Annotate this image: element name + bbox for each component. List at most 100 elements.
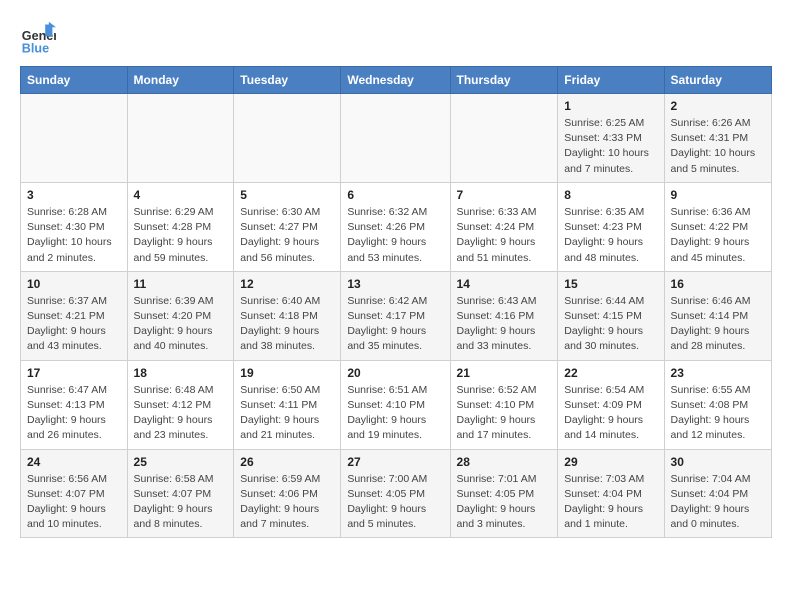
day-number: 13 [347, 277, 443, 291]
day-info: Sunrise: 6:32 AM Sunset: 4:26 PM Dayligh… [347, 205, 443, 266]
calendar-cell: 19 Sunrise: 6:50 AM Sunset: 4:11 PM Dayli… [234, 360, 341, 449]
day-number: 21 [457, 366, 552, 380]
day-info: Sunrise: 6:50 AM Sunset: 4:11 PM Dayligh… [240, 383, 334, 444]
calendar-cell: 26 Sunrise: 6:59 AM Sunset: 4:06 PM Dayli… [234, 449, 341, 538]
calendar-cell: 29Sunrise: 7:03 AM Sunset: 4:04 PM Dayli… [558, 449, 664, 538]
calendar-cell: 4Sunrise: 6:29 AM Sunset: 4:28 PM Daylig… [127, 182, 234, 271]
calendar-cell: 27 Sunrise: 7:00 AM Sunset: 4:05 PM Dayli… [341, 449, 450, 538]
day-info: Sunrise: 6:36 AM Sunset: 4:22 PM Dayligh… [671, 205, 765, 266]
calendar-cell: 5Sunrise: 6:30 AM Sunset: 4:27 PM Daylig… [234, 182, 341, 271]
day-info: Sunrise: 6:55 AM Sunset: 4:08 PM Dayligh… [671, 383, 765, 444]
calendar-cell: 10 Sunrise: 6:37 AM Sunset: 4:21 PM Dayli… [21, 271, 128, 360]
calendar-cell: 3 Sunrise: 6:28 AM Sunset: 4:30 PM Daylig… [21, 182, 128, 271]
day-number: 22 [564, 366, 657, 380]
calendar-cell: 23 Sunrise: 6:55 AM Sunset: 4:08 PM Dayli… [664, 360, 771, 449]
header-thursday: Thursday [450, 67, 558, 94]
calendar-cell [450, 94, 558, 183]
day-number: 2 [671, 99, 765, 113]
day-info: Sunrise: 6:58 AM Sunset: 4:07 PM Dayligh… [134, 472, 228, 533]
header-wednesday: Wednesday [341, 67, 450, 94]
day-number: 7 [457, 188, 552, 202]
calendar-cell: 20 Sunrise: 6:51 AM Sunset: 4:10 PM Dayli… [341, 360, 450, 449]
calendar-cell: 16 Sunrise: 6:46 AM Sunset: 4:14 PM Dayli… [664, 271, 771, 360]
day-number: 9 [671, 188, 765, 202]
calendar-cell: 14 Sunrise: 6:43 AM Sunset: 4:16 PM Dayli… [450, 271, 558, 360]
day-info: Sunrise: 6:43 AM Sunset: 4:16 PM Dayligh… [457, 294, 552, 355]
day-info: Sunrise: 6:37 AM Sunset: 4:21 PM Dayligh… [27, 294, 121, 355]
week-row-1: 1Sunrise: 6:25 AM Sunset: 4:33 PM Daylig… [21, 94, 772, 183]
calendar-cell: 12Sunrise: 6:40 AM Sunset: 4:18 PM Dayli… [234, 271, 341, 360]
day-info: Sunrise: 6:56 AM Sunset: 4:07 PM Dayligh… [27, 472, 121, 533]
calendar-table: SundayMondayTuesdayWednesdayThursdayFrid… [20, 66, 772, 538]
calendar-cell [127, 94, 234, 183]
week-row-2: 3 Sunrise: 6:28 AM Sunset: 4:30 PM Daylig… [21, 182, 772, 271]
day-number: 27 [347, 455, 443, 469]
week-row-3: 10 Sunrise: 6:37 AM Sunset: 4:21 PM Dayli… [21, 271, 772, 360]
day-number: 24 [27, 455, 121, 469]
calendar-body: 1Sunrise: 6:25 AM Sunset: 4:33 PM Daylig… [21, 94, 772, 538]
day-number: 14 [457, 277, 552, 291]
day-info: Sunrise: 6:44 AM Sunset: 4:15 PM Dayligh… [564, 294, 657, 355]
header-friday: Friday [558, 67, 664, 94]
calendar-cell [21, 94, 128, 183]
day-info: Sunrise: 7:04 AM Sunset: 4:04 PM Dayligh… [671, 472, 765, 533]
calendar-cell: 8 Sunrise: 6:35 AM Sunset: 4:23 PM Daylig… [558, 182, 664, 271]
day-number: 11 [134, 277, 228, 291]
day-info: Sunrise: 6:35 AM Sunset: 4:23 PM Dayligh… [564, 205, 657, 266]
day-info: Sunrise: 6:46 AM Sunset: 4:14 PM Dayligh… [671, 294, 765, 355]
svg-text:Blue: Blue [22, 41, 49, 55]
day-number: 25 [134, 455, 228, 469]
day-number: 1 [564, 99, 657, 113]
calendar-cell: 21Sunrise: 6:52 AM Sunset: 4:10 PM Dayli… [450, 360, 558, 449]
day-info: Sunrise: 6:39 AM Sunset: 4:20 PM Dayligh… [134, 294, 228, 355]
calendar-cell: 25 Sunrise: 6:58 AM Sunset: 4:07 PM Dayli… [127, 449, 234, 538]
day-number: 6 [347, 188, 443, 202]
calendar-cell: 1Sunrise: 6:25 AM Sunset: 4:33 PM Daylig… [558, 94, 664, 183]
day-number: 8 [564, 188, 657, 202]
day-number: 17 [27, 366, 121, 380]
day-number: 15 [564, 277, 657, 291]
calendar-header: SundayMondayTuesdayWednesdayThursdayFrid… [21, 67, 772, 94]
day-info: Sunrise: 6:28 AM Sunset: 4:30 PM Dayligh… [27, 205, 121, 266]
calendar-cell: 17Sunrise: 6:47 AM Sunset: 4:13 PM Dayli… [21, 360, 128, 449]
calendar-cell: 6 Sunrise: 6:32 AM Sunset: 4:26 PM Daylig… [341, 182, 450, 271]
calendar-cell: 2Sunrise: 6:26 AM Sunset: 4:31 PM Daylig… [664, 94, 771, 183]
calendar-cell [341, 94, 450, 183]
calendar-cell [234, 94, 341, 183]
header-sunday: Sunday [21, 67, 128, 94]
header-tuesday: Tuesday [234, 67, 341, 94]
day-number: 16 [671, 277, 765, 291]
day-number: 5 [240, 188, 334, 202]
calendar-cell: 11 Sunrise: 6:39 AM Sunset: 4:20 PM Dayli… [127, 271, 234, 360]
day-number: 19 [240, 366, 334, 380]
calendar-cell: 15 Sunrise: 6:44 AM Sunset: 4:15 PM Dayli… [558, 271, 664, 360]
header-saturday: Saturday [664, 67, 771, 94]
day-info: Sunrise: 6:54 AM Sunset: 4:09 PM Dayligh… [564, 383, 657, 444]
calendar-cell: 18Sunrise: 6:48 AM Sunset: 4:12 PM Dayli… [127, 360, 234, 449]
calendar-cell: 22 Sunrise: 6:54 AM Sunset: 4:09 PM Dayli… [558, 360, 664, 449]
day-number: 3 [27, 188, 121, 202]
calendar-cell: 28Sunrise: 7:01 AM Sunset: 4:05 PM Dayli… [450, 449, 558, 538]
day-number: 10 [27, 277, 121, 291]
calendar-cell: 13 Sunrise: 6:42 AM Sunset: 4:17 PM Dayli… [341, 271, 450, 360]
day-info: Sunrise: 7:01 AM Sunset: 4:05 PM Dayligh… [457, 472, 552, 533]
day-info: Sunrise: 6:42 AM Sunset: 4:17 PM Dayligh… [347, 294, 443, 355]
header-monday: Monday [127, 67, 234, 94]
day-number: 23 [671, 366, 765, 380]
day-info: Sunrise: 6:48 AM Sunset: 4:12 PM Dayligh… [134, 383, 228, 444]
header-row: SundayMondayTuesdayWednesdayThursdayFrid… [21, 67, 772, 94]
day-number: 29 [564, 455, 657, 469]
day-number: 26 [240, 455, 334, 469]
logo: General Blue [20, 20, 60, 56]
day-info: Sunrise: 7:00 AM Sunset: 4:05 PM Dayligh… [347, 472, 443, 533]
day-number: 4 [134, 188, 228, 202]
calendar-cell: 24 Sunrise: 6:56 AM Sunset: 4:07 PM Dayli… [21, 449, 128, 538]
day-info: Sunrise: 6:51 AM Sunset: 4:10 PM Dayligh… [347, 383, 443, 444]
calendar-cell: 30 Sunrise: 7:04 AM Sunset: 4:04 PM Dayli… [664, 449, 771, 538]
day-info: Sunrise: 6:59 AM Sunset: 4:06 PM Dayligh… [240, 472, 334, 533]
day-number: 20 [347, 366, 443, 380]
calendar-cell: 7Sunrise: 6:33 AM Sunset: 4:24 PM Daylig… [450, 182, 558, 271]
week-row-5: 24 Sunrise: 6:56 AM Sunset: 4:07 PM Dayli… [21, 449, 772, 538]
day-number: 30 [671, 455, 765, 469]
logo-icon: General Blue [20, 20, 56, 56]
